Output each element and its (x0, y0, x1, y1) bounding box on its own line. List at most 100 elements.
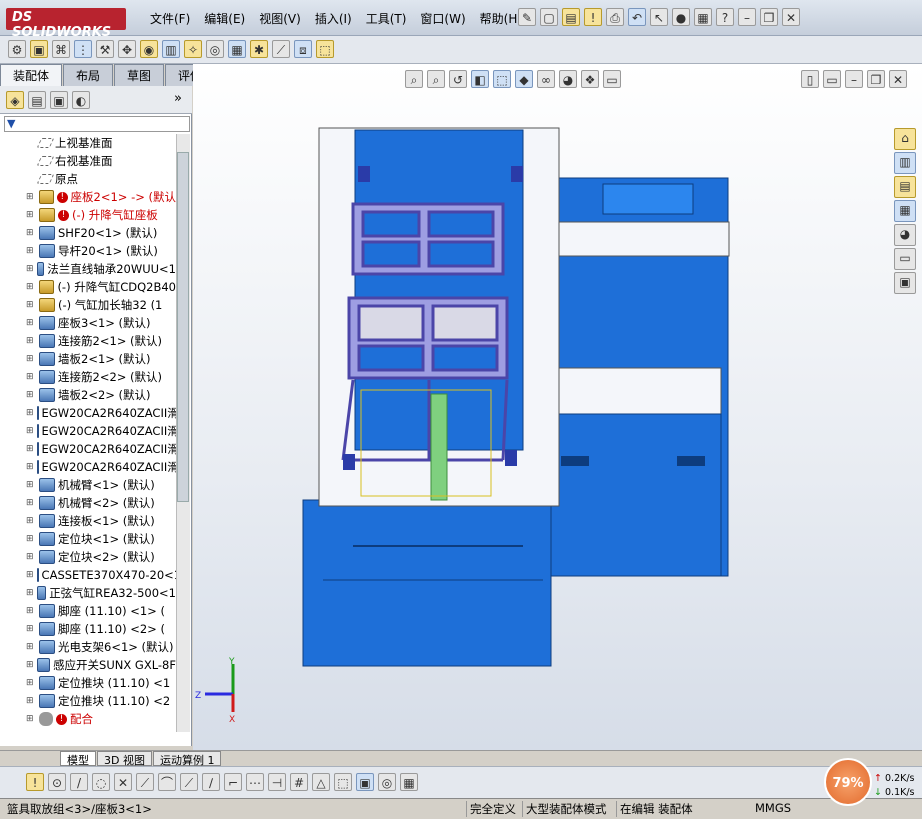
expand-toggle-icon[interactable]: ⊞ (26, 444, 34, 454)
rebuild-traffic-light-icon[interactable]: ● (672, 8, 690, 26)
tab-3d-views[interactable]: 3D 视图 (97, 751, 152, 767)
tree-item[interactable]: 原点 (0, 170, 176, 188)
expand-toggle-icon[interactable]: ⊞ (26, 606, 36, 616)
expand-toggle-icon[interactable]: ⊞ (26, 570, 34, 580)
tree-item[interactable]: ⊞ 连接板<1> (默认) (0, 512, 176, 530)
tree-item[interactable]: ⊞ 感应开关SUNX GXL-8F (0, 656, 176, 674)
tree-item[interactable]: ⊞ 定位块<1> (默认) (0, 530, 176, 548)
tree-scrollbar-thumb[interactable] (177, 152, 189, 502)
tree-item[interactable]: ⊞ EGW20CA2R640ZACII滑 (0, 440, 176, 458)
property-manager-tab-icon[interactable]: ▤ (28, 91, 46, 109)
extend-icon[interactable]: ⟋ (136, 773, 154, 791)
shaded-display-icon[interactable]: ▣ (356, 773, 374, 791)
select-pointer-icon[interactable]: ↖ (650, 8, 668, 26)
expand-toggle-icon[interactable]: ⊞ (26, 228, 36, 238)
expand-toggle-icon[interactable]: ⊞ (26, 390, 36, 400)
expand-toggle-icon[interactable]: ⊞ (26, 192, 36, 202)
help-icon[interactable]: ? (716, 8, 734, 26)
menu-edit[interactable]: 编辑(E) (204, 10, 245, 27)
expand-toggle-icon[interactable]: ⊞ (26, 282, 36, 292)
menu-view[interactable]: 视图(V) (259, 10, 301, 27)
tree-item[interactable]: ⊞! (-) 升降气缸座板 (0, 206, 176, 224)
solidworks-forum-icon[interactable]: ▣ (894, 272, 916, 294)
configuration-manager-tab-icon[interactable]: ▣ (50, 91, 68, 109)
status-units[interactable]: MMGS (752, 801, 791, 815)
expand-toggle-icon[interactable]: ⊞ (26, 516, 36, 526)
tree-item[interactable]: 上视基准面 (0, 134, 176, 152)
tree-item[interactable]: ⊞! 配合 (0, 710, 176, 728)
expand-toggle-icon[interactable]: ⊞ (26, 462, 34, 472)
tab-sketch[interactable]: 草图 (114, 64, 165, 86)
solidworks-logo[interactable]: DS SOLIDWORKS (6, 8, 126, 40)
tree-item[interactable]: ⊞ 脚座 (11.10) <2> ( (0, 620, 176, 638)
expand-toggle-icon[interactable]: ⊞ (26, 354, 36, 364)
expand-panel-icon[interactable]: » (174, 91, 182, 106)
move-component-icon[interactable]: ✥ (118, 40, 136, 58)
network-speed-widget[interactable]: 79% (824, 758, 872, 806)
tree-item[interactable]: ⊞ 定位块<2> (默认) (0, 548, 176, 566)
expand-toggle-icon[interactable]: ⊞ (26, 588, 34, 598)
expand-toggle-icon[interactable]: ⊞ (26, 372, 36, 382)
assembly-model[interactable] (193, 64, 922, 750)
tree-item[interactable]: 右视基准面 (0, 152, 176, 170)
grid-icon[interactable]: # (290, 773, 308, 791)
tree-item[interactable]: ⊞ EGW20CA2R640ZACII滑 (0, 458, 176, 476)
new-part-icon[interactable]: ▣ (30, 40, 48, 58)
tree-item[interactable]: ⊞ 正弦气缸REA32-500<1 (0, 584, 176, 602)
tree-item[interactable]: ⊞ SHF20<1> (默认) (0, 224, 176, 242)
tree-item[interactable]: ⊞ 光电支架6<1> (默认) (0, 638, 176, 656)
expand-toggle-icon[interactable]: ⊞ (26, 552, 36, 562)
tab-model[interactable]: 模型 (60, 751, 96, 767)
offset-icon[interactable]: ∕ (202, 773, 220, 791)
camera-icon[interactable]: ◎ (378, 773, 396, 791)
menu-insert[interactable]: 插入(I) (315, 10, 352, 27)
explode-line-sketch-icon[interactable]: ⟋ (272, 40, 290, 58)
options-icon[interactable]: ▦ (694, 8, 712, 26)
tree-item[interactable]: ⊞ (-) 升降气缸CDQ2B40 (0, 278, 176, 296)
tree-item[interactable]: ⊞ CASSETE370X470-20<1 (0, 566, 176, 584)
print-icon[interactable]: ⎙ (606, 8, 624, 26)
view-palette-icon[interactable]: ▦ (894, 200, 916, 222)
expand-toggle-icon[interactable]: ⊞ (26, 246, 36, 256)
expand-toggle-icon[interactable]: ⊞ (26, 714, 36, 724)
file-explorer-icon[interactable]: ▤ (894, 176, 916, 198)
tree-item[interactable]: ⊞! 座板2<1> -> (默认 (0, 188, 176, 206)
tree-item[interactable]: ⊞ 法兰直线轴承20WUU<1 (0, 260, 176, 278)
insert-component-icon[interactable]: ⚙ (8, 40, 26, 58)
corner-rectangle-icon[interactable]: ⌐ (224, 773, 242, 791)
menu-file[interactable]: 文件(F) (150, 10, 190, 27)
expand-toggle-icon[interactable]: ⊞ (26, 480, 36, 490)
expand-toggle-icon[interactable]: ⊞ (26, 534, 36, 544)
expand-toggle-icon[interactable]: ⊞ (26, 624, 36, 634)
expand-toggle-icon[interactable]: ⊞ (26, 696, 36, 706)
expand-toggle-icon[interactable]: ⊞ (26, 336, 36, 346)
tab-motion-study[interactable]: 运动算例 1 (152, 751, 222, 767)
tree-item[interactable]: ⊞ 墙板2<1> (默认) (0, 350, 176, 368)
tree-item[interactable]: ⊞ EGW20CA2R640ZACII滑 (0, 404, 176, 422)
tab-layout[interactable]: 布局 (63, 64, 114, 86)
centerpoint-circle-icon[interactable]: ◌ (92, 773, 110, 791)
menu-window[interactable]: 窗口(W) (420, 10, 465, 27)
tree-item[interactable]: ⊞ 连接筋2<2> (默认) (0, 368, 176, 386)
menu-help[interactable]: 帮助(H) (480, 10, 522, 27)
tree-item[interactable]: ⊞ EGW20CA2R640ZACII滑 (0, 422, 176, 440)
new-document-icon[interactable]: ▢ (540, 8, 558, 26)
expand-toggle-icon[interactable]: ⊞ (26, 678, 36, 688)
line-icon[interactable]: / (70, 773, 88, 791)
design-library-icon[interactable]: ▥ (894, 152, 916, 174)
minimize-window-icon[interactable]: – (738, 8, 756, 26)
instant3d-icon[interactable]: ⬚ (316, 40, 334, 58)
bill-of-materials-icon[interactable]: ▦ (228, 40, 246, 58)
fillet-icon[interactable]: ⌒ (158, 773, 176, 791)
tree-item[interactable]: ⊞ 定位推块 (11.10) <2 (0, 692, 176, 710)
menu-tools[interactable]: 工具(T) (366, 10, 407, 27)
custom-properties-icon[interactable]: ▭ (894, 248, 916, 270)
assembly-features-icon[interactable]: ▥ (162, 40, 180, 58)
close-window-icon[interactable]: ✕ (782, 8, 800, 26)
solidworks-resources-icon[interactable]: ⌂ (894, 128, 916, 150)
tab-assembly[interactable]: 装配体 (0, 64, 63, 86)
tree-item[interactable]: ⊞ 定位推块 (11.10) <1 (0, 674, 176, 692)
chamfer-icon[interactable]: ⟋ (180, 773, 198, 791)
plane-view-icon[interactable]: △ (312, 773, 330, 791)
point-icon[interactable]: ⊙ (48, 773, 66, 791)
